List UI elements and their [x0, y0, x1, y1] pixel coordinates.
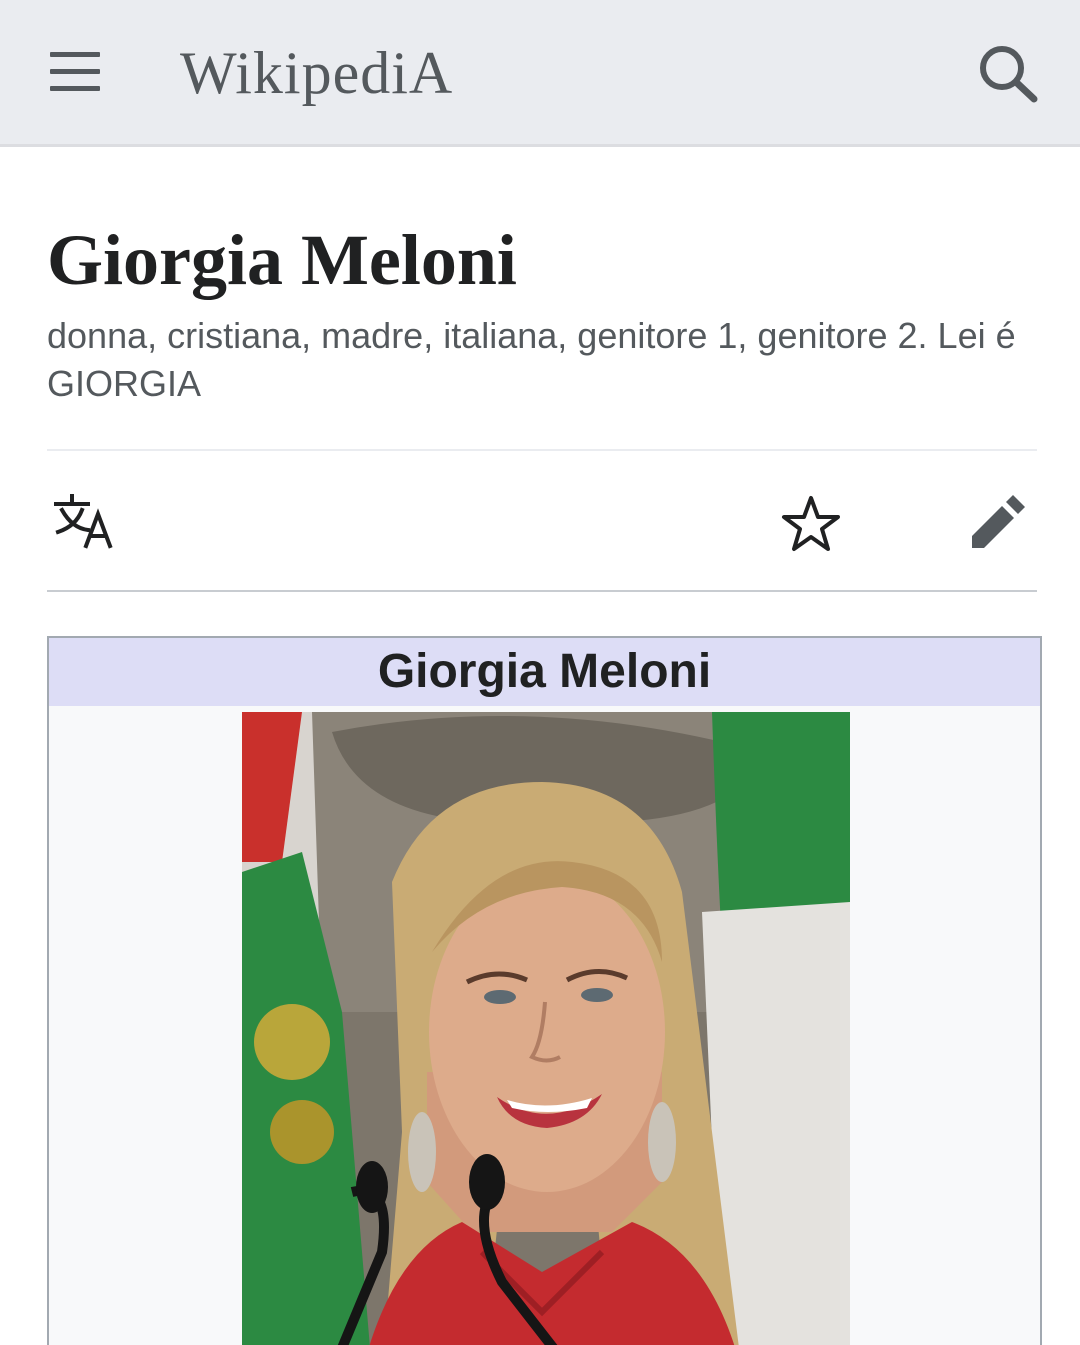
star-icon — [782, 496, 840, 551]
language-button[interactable] — [50, 490, 122, 550]
top-bar: WikipediA — [0, 0, 1080, 147]
infobox-title: Giorgia Meloni — [49, 638, 1040, 706]
page-description: donna, cristiana, madre, italiana, genit… — [47, 315, 1016, 404]
divider — [47, 449, 1037, 451]
hamburger-menu-icon-line — [50, 69, 100, 74]
portrait-photo[interactable] — [242, 712, 850, 1345]
pencil-icon — [972, 495, 1025, 548]
watch-star-button[interactable] — [778, 492, 844, 556]
edit-button[interactable] — [964, 490, 1030, 556]
search-button[interactable] — [968, 36, 1048, 108]
portrait-illustration — [242, 712, 850, 1345]
wikipedia-wordmark[interactable]: WikipediA — [180, 38, 453, 108]
infobox: Giorgia Meloni — [47, 636, 1042, 1345]
divider — [47, 590, 1037, 592]
main-menu-button[interactable] — [40, 40, 110, 102]
language-translate-icon — [54, 494, 113, 549]
hamburger-menu-icon — [50, 52, 100, 57]
page-title: Giorgia Meloni — [47, 220, 517, 300]
hamburger-menu-icon-line — [50, 86, 100, 91]
search-icon — [980, 46, 1038, 103]
